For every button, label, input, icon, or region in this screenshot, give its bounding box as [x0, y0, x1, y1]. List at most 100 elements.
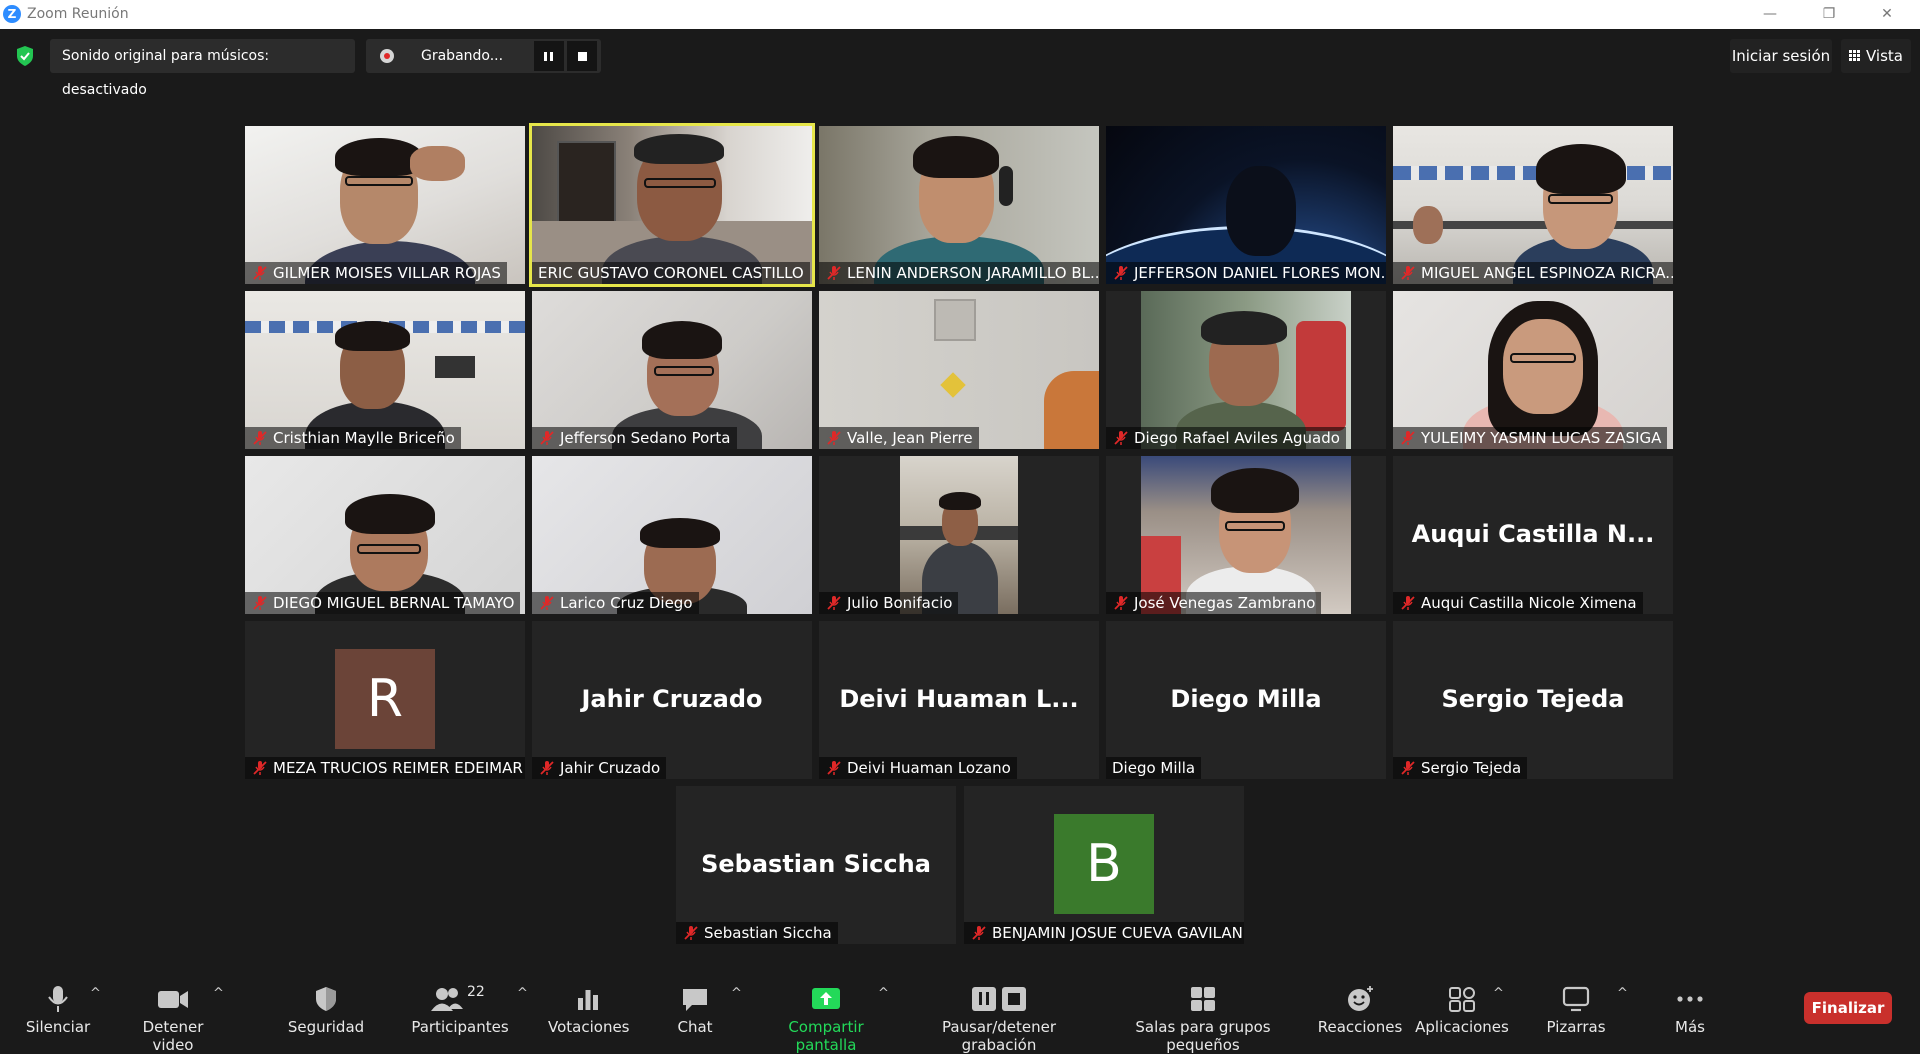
- encryption-shield-icon[interactable]: [15, 45, 35, 67]
- participant-name: LENIN ANDERSON JARAMILLO BL...: [847, 264, 1099, 282]
- view-label: Vista: [1866, 47, 1903, 65]
- mic-muted-icon: [972, 926, 986, 940]
- window-titlebar: Z Zoom Reunión — ❐ ✕: [0, 0, 1920, 29]
- mic-muted-icon: [1401, 596, 1415, 610]
- participant-name: YULEIMY YASMIN LUCAS ZASIGA: [1421, 429, 1662, 447]
- stop-icon: [578, 52, 587, 61]
- participant-name-label: Jahir Cruzado: [532, 757, 667, 779]
- participant-tile[interactable]: Valle, Jean Pierre: [819, 291, 1099, 449]
- participant-name-label: YULEIMY YASMIN LUCAS ZASIGA: [1393, 427, 1668, 449]
- participant-name: Larico Cruz Diego: [560, 594, 693, 612]
- microphone-icon: [48, 986, 68, 1012]
- whiteboards-options-caret-icon[interactable]: ^: [1617, 986, 1628, 1001]
- participant-tile[interactable]: Larico Cruz Diego: [532, 456, 812, 614]
- participant-name-label: LENIN ANDERSON JARAMILLO BL...: [819, 262, 1099, 284]
- participant-tile[interactable]: Cristhian Maylle Briceño: [245, 291, 525, 449]
- polls-label: Votaciones: [548, 1018, 630, 1036]
- participant-tile-no-video[interactable]: Auqui Castilla N... Auqui Castilla Nicol…: [1393, 456, 1673, 614]
- participant-name-label: Valle, Jean Pierre: [819, 427, 979, 449]
- mic-muted-icon: [540, 761, 554, 775]
- audio-options-caret-icon[interactable]: ^: [90, 986, 101, 1001]
- share-options-caret-icon[interactable]: ^: [878, 986, 889, 1001]
- participant-name-label: ERIC GUSTAVO CORONEL CASTILLO: [532, 262, 810, 284]
- participant-name-label: GILMER MOISES VILLAR ROJAS: [245, 262, 507, 284]
- participant-name: Valle, Jean Pierre: [847, 429, 973, 447]
- mic-muted-icon: [1401, 761, 1415, 775]
- stop-video-button[interactable]: Detener video: [122, 984, 224, 1054]
- apps-options-caret-icon[interactable]: ^: [1493, 986, 1504, 1001]
- participant-name-label: Diego Rafael Aviles Aguado: [1106, 427, 1346, 449]
- participant-tile[interactable]: Julio Bonifacio: [819, 456, 1099, 614]
- participant-name: BENJAMIN JOSUE CUEVA GAVILAN: [992, 924, 1243, 942]
- participant-name: José Venegas Zambrano: [1134, 594, 1316, 612]
- participant-avatar: B: [1054, 814, 1154, 914]
- pause-recording-label: Pausar/detener grabación: [941, 1018, 1057, 1054]
- minimize-button[interactable]: —: [1755, 3, 1785, 25]
- participant-video: [819, 291, 1099, 449]
- participant-tile[interactable]: MIGUEL ANGEL ESPINOZA RICRA...: [1393, 126, 1673, 284]
- participant-tile[interactable]: LENIN ANDERSON JARAMILLO BL...: [819, 126, 1099, 284]
- view-button[interactable]: Vista: [1841, 39, 1911, 73]
- participant-video: [245, 291, 525, 449]
- participant-tile-no-video[interactable]: R MEZA TRUCIOS REIMER EDEIMAR: [245, 621, 525, 779]
- breakout-rooms-button[interactable]: Salas para grupos pequeños: [1103, 984, 1303, 1054]
- close-button[interactable]: ✕: [1872, 3, 1902, 25]
- security-button[interactable]: Seguridad: [285, 984, 367, 1036]
- pause-stop-recording-button[interactable]: Pausar/detener grabación: [906, 984, 1092, 1054]
- sign-in-button[interactable]: Iniciar sesión: [1730, 39, 1832, 73]
- participant-tile-no-video[interactable]: Diego Milla Diego Milla: [1106, 621, 1386, 779]
- whiteboards-button[interactable]: Pizarras: [1540, 984, 1612, 1036]
- stop-recording-button[interactable]: [567, 41, 597, 71]
- mic-muted-icon: [1114, 266, 1128, 280]
- share-screen-label: Compartir pantalla: [788, 1018, 864, 1054]
- reactions-button[interactable]: Reacciones: [1315, 984, 1405, 1036]
- participants-options-caret-icon[interactable]: ^: [517, 986, 528, 1001]
- participant-name: GILMER MOISES VILLAR ROJAS: [273, 264, 501, 282]
- chat-bubble-icon: [683, 989, 707, 1011]
- mic-muted-icon: [1401, 266, 1415, 280]
- mute-button[interactable]: Silenciar: [22, 984, 94, 1036]
- participant-video: [1106, 456, 1386, 614]
- end-meeting-button[interactable]: Finalizar: [1804, 992, 1892, 1024]
- participant-tile-no-video[interactable]: Sebastian Siccha Sebastian Siccha: [676, 786, 956, 944]
- restore-button[interactable]: ❐: [1814, 3, 1844, 25]
- whiteboards-label: Pizarras: [1546, 1018, 1606, 1036]
- recording-label: Grabando...: [421, 48, 504, 64]
- chat-button[interactable]: Chat: [665, 984, 725, 1036]
- participant-tile[interactable]: Diego Rafael Aviles Aguado: [1106, 291, 1386, 449]
- more-button[interactable]: Más: [1660, 984, 1720, 1036]
- participant-video: [1393, 291, 1673, 449]
- participant-tile[interactable]: GILMER MOISES VILLAR ROJAS: [245, 126, 525, 284]
- mic-muted-icon: [827, 266, 841, 280]
- participant-video: [532, 291, 812, 449]
- participant-name-label: Larico Cruz Diego: [532, 592, 699, 614]
- participant-tile-no-video[interactable]: B BENJAMIN JOSUE CUEVA GAVILAN: [964, 786, 1244, 944]
- video-options-caret-icon[interactable]: ^: [213, 986, 224, 1001]
- polls-button[interactable]: Votaciones: [548, 984, 630, 1036]
- mic-muted-icon: [827, 431, 841, 445]
- participant-tile[interactable]: DIEGO MIGUEL BERNAL TAMAYO: [245, 456, 525, 614]
- chat-options-caret-icon[interactable]: ^: [731, 986, 742, 1001]
- mic-muted-icon: [1401, 431, 1415, 445]
- pause-recording-button[interactable]: [534, 41, 564, 71]
- participant-tile-active-speaker[interactable]: ERIC GUSTAVO CORONEL CASTILLO: [529, 123, 815, 287]
- participant-display-name: Sergio Tejeda: [1441, 685, 1625, 713]
- participant-name: Jahir Cruzado: [560, 759, 661, 777]
- participant-tile-no-video[interactable]: Jahir Cruzado Jahir Cruzado: [532, 621, 812, 779]
- participant-tile[interactable]: José Venegas Zambrano: [1106, 456, 1386, 614]
- mic-muted-icon: [540, 596, 554, 610]
- participants-button[interactable]: 22 Participantes: [410, 984, 510, 1036]
- participant-name-label: Deivi Huaman Lozano: [819, 757, 1017, 779]
- participant-name-label: Cristhian Maylle Briceño: [245, 427, 461, 449]
- participant-tile-no-video[interactable]: Sergio Tejeda Sergio Tejeda: [1393, 621, 1673, 779]
- participant-name: Deivi Huaman Lozano: [847, 759, 1011, 777]
- participant-name: ERIC GUSTAVO CORONEL CASTILLO: [538, 264, 804, 282]
- participant-name-label: MIGUEL ANGEL ESPINOZA RICRA...: [1393, 262, 1673, 284]
- original-sound-status[interactable]: Sonido original para músicos: desactivad…: [50, 39, 355, 98]
- participant-tile[interactable]: YULEIMY YASMIN LUCAS ZASIGA: [1393, 291, 1673, 449]
- participant-name: Auqui Castilla Nicole Ximena: [1421, 594, 1637, 612]
- participant-tile[interactable]: Jefferson Sedano Porta: [532, 291, 812, 449]
- share-screen-button[interactable]: Compartir pantalla: [756, 984, 896, 1054]
- participant-tile-no-video[interactable]: Deivi Huaman L... Deivi Huaman Lozano: [819, 621, 1099, 779]
- participant-tile[interactable]: JEFFERSON DANIEL FLORES MON...: [1106, 126, 1386, 284]
